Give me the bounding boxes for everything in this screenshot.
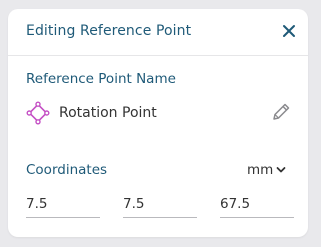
reference-point-icon [26,101,50,125]
close-icon[interactable] [282,24,296,38]
pencil-icon[interactable] [270,101,292,123]
panel-title: Editing Reference Point [26,23,192,39]
coordinate-x-input[interactable] [26,193,100,218]
coordinate-y-input[interactable] [123,193,197,218]
coordinates-label: Coordinates [26,162,108,178]
panel-header: Editing Reference Point [8,9,308,55]
editing-reference-point-panel: Editing Reference Point Reference Point … [8,9,308,237]
chevron-down-icon [276,167,286,173]
coordinate-z-input[interactable] [220,193,294,218]
unit-select[interactable]: mm [247,161,286,179]
header-divider [8,55,308,56]
reference-point-name-value: Rotation Point [59,105,157,121]
reference-point-name-label: Reference Point Name [26,71,176,87]
unit-select-value: mm [247,162,274,178]
